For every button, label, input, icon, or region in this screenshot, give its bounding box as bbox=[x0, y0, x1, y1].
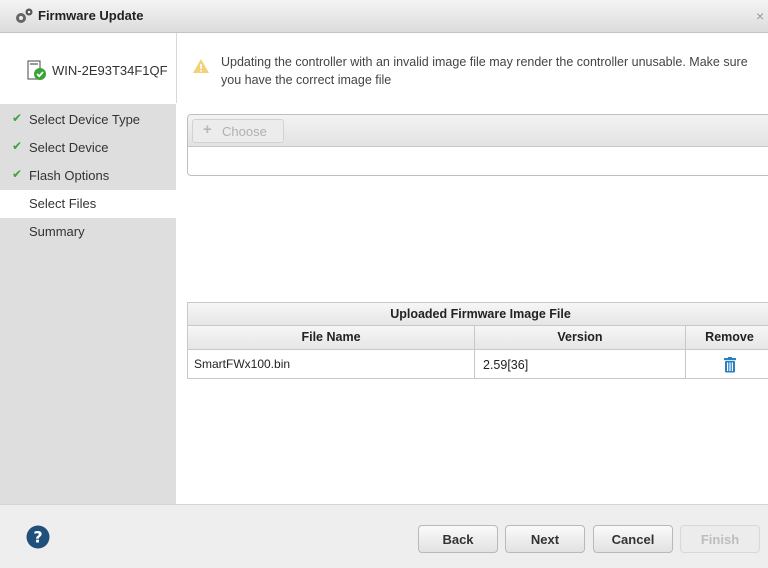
column-header-file-name[interactable]: File Name bbox=[188, 326, 475, 349]
title-bar: Firmware Update × bbox=[0, 0, 768, 33]
dialog-footer: ? Back Next Cancel Finish bbox=[0, 504, 768, 568]
svg-text:?: ? bbox=[33, 528, 42, 547]
warning-banner: Updating the controller with an invalid … bbox=[178, 33, 768, 103]
step-label: Select Device bbox=[29, 140, 109, 155]
step-label: Select Files bbox=[29, 196, 97, 211]
version-cell: 2.59[36] bbox=[475, 350, 686, 378]
step-select-device[interactable]: ✔ Select Device bbox=[0, 134, 176, 162]
close-icon[interactable]: × bbox=[756, 8, 764, 24]
device-header: WIN-2E93T34F1QF bbox=[0, 33, 177, 103]
device-check-icon bbox=[27, 60, 46, 80]
table-row[interactable]: SmartFWx100.bin 2.59[36] bbox=[188, 350, 768, 378]
step-select-files[interactable]: Select Files bbox=[0, 190, 176, 218]
check-icon: ✔ bbox=[12, 139, 23, 153]
device-name: WIN-2E93T34F1QF bbox=[52, 63, 168, 78]
file-name-cell: SmartFWx100.bin bbox=[188, 350, 475, 378]
step-flash-options[interactable]: ✔ Flash Options bbox=[0, 162, 176, 190]
choose-label: Choose bbox=[222, 124, 267, 139]
cancel-button[interactable]: Cancel bbox=[593, 525, 673, 553]
column-header-version[interactable]: Version bbox=[475, 326, 686, 349]
back-button[interactable]: Back bbox=[418, 525, 498, 553]
wizard-steps: ✔ Select Device Type ✔ Select Device ✔ F… bbox=[0, 104, 176, 504]
warning-triangle-icon bbox=[193, 59, 209, 73]
gears-icon bbox=[16, 8, 33, 23]
step-label: Select Device Type bbox=[29, 112, 141, 127]
step-summary[interactable]: Summary bbox=[0, 218, 176, 246]
table-caption: Uploaded Firmware Image File bbox=[188, 303, 768, 326]
plus-icon: + bbox=[203, 121, 212, 138]
remove-cell bbox=[686, 350, 768, 378]
finish-button[interactable]: Finish bbox=[680, 525, 760, 553]
check-icon: ✔ bbox=[12, 111, 23, 125]
next-button[interactable]: Next bbox=[505, 525, 585, 553]
column-header-remove: Remove bbox=[705, 330, 754, 344]
step-label: Flash Options bbox=[29, 168, 110, 183]
trash-icon[interactable] bbox=[723, 357, 737, 373]
help-icon[interactable]: ? bbox=[26, 525, 50, 549]
step-select-device-type[interactable]: ✔ Select Device Type bbox=[0, 106, 176, 134]
check-icon: ✔ bbox=[12, 167, 23, 181]
choose-button[interactable]: + Choose bbox=[192, 119, 284, 143]
table-header: File Name Version Remove bbox=[188, 326, 768, 350]
warning-text: Updating the controller with an invalid … bbox=[221, 55, 748, 87]
main-panel: + Choose Uploaded Firmware Image File Fi… bbox=[176, 104, 768, 504]
file-upload-box: + Choose bbox=[187, 114, 768, 176]
firmware-table: Uploaded Firmware Image File File Name V… bbox=[187, 302, 768, 379]
step-label: Summary bbox=[29, 224, 85, 239]
upload-toolbar: + Choose bbox=[188, 115, 768, 147]
window-title: Firmware Update bbox=[38, 8, 144, 23]
